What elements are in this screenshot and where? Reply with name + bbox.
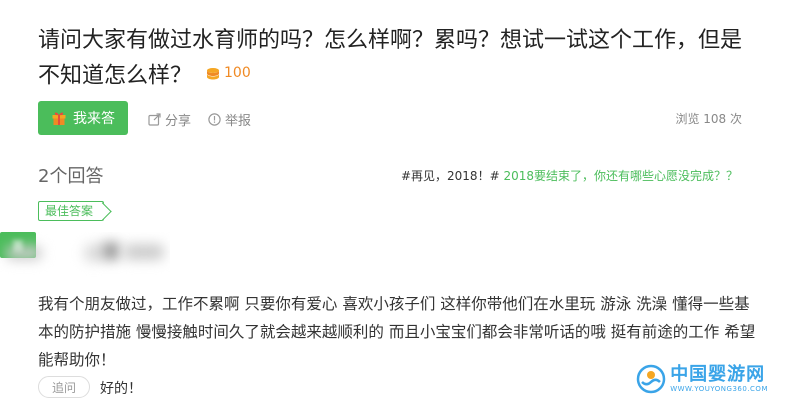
alert-icon [208,113,221,126]
answer-button-label: 我来答 [73,111,115,127]
watermark-url: WWW.YOUYONG360.COM [670,385,768,393]
question-title-text: 请问大家有做过水育师的吗？怎么样啊？累吗？想试一试这个工作，但是不知道怎么样？ [38,28,743,89]
topic-link[interactable]: 2018要结束了，你还有哪些心愿没完成？？ [503,169,738,183]
reward-amount: 100 [224,65,251,81]
report-label: 举报 [225,114,252,129]
watermark-name: 中国婴游网 [670,364,766,385]
follow-up-text: 好的！ [100,381,142,397]
question-title: 请问大家有做过水育师的吗？怎么样啊？累吗？想试一试这个工作，但是不知道怎么样？ 1… [38,24,758,93]
blur-blob [84,244,104,262]
follow-up-button[interactable]: 追问 [38,376,90,398]
report-link[interactable]: 举报 [208,110,251,129]
answers-count: 2个回答 [38,166,104,187]
coin-icon [207,67,220,79]
topic-tag[interactable]: #再见，2018！# [401,169,500,183]
logo-icon [636,364,666,394]
reward-badge: 100 [206,57,251,90]
watermark: 中国婴游网 WWW.YOUYONG360.COM [636,364,768,394]
share-link[interactable]: 分享 [148,110,191,129]
best-answer-tag: 最佳答案 [38,201,105,221]
blur-blob [102,242,120,260]
share-label: 分享 [165,114,192,129]
view-count: 浏览 108 次 [675,112,742,126]
answer-button[interactable]: 我来答 [38,101,128,135]
share-icon [148,113,161,126]
gift-icon [52,112,66,125]
answerer-info-blurred: 答 [0,232,170,278]
best-answer-text: 我有个朋友做过，工作不累啊 只要你有爱心 喜欢小孩子们 这样你带他们在水里玩 游… [38,295,756,369]
watermark-text: 中国婴游网 WWW.YOUYONG360.COM [670,364,768,394]
topic-links: #再见，2018！# 2018要结束了，你还有哪些心愿没完成？？ [401,167,738,184]
blur-blob [124,244,164,260]
